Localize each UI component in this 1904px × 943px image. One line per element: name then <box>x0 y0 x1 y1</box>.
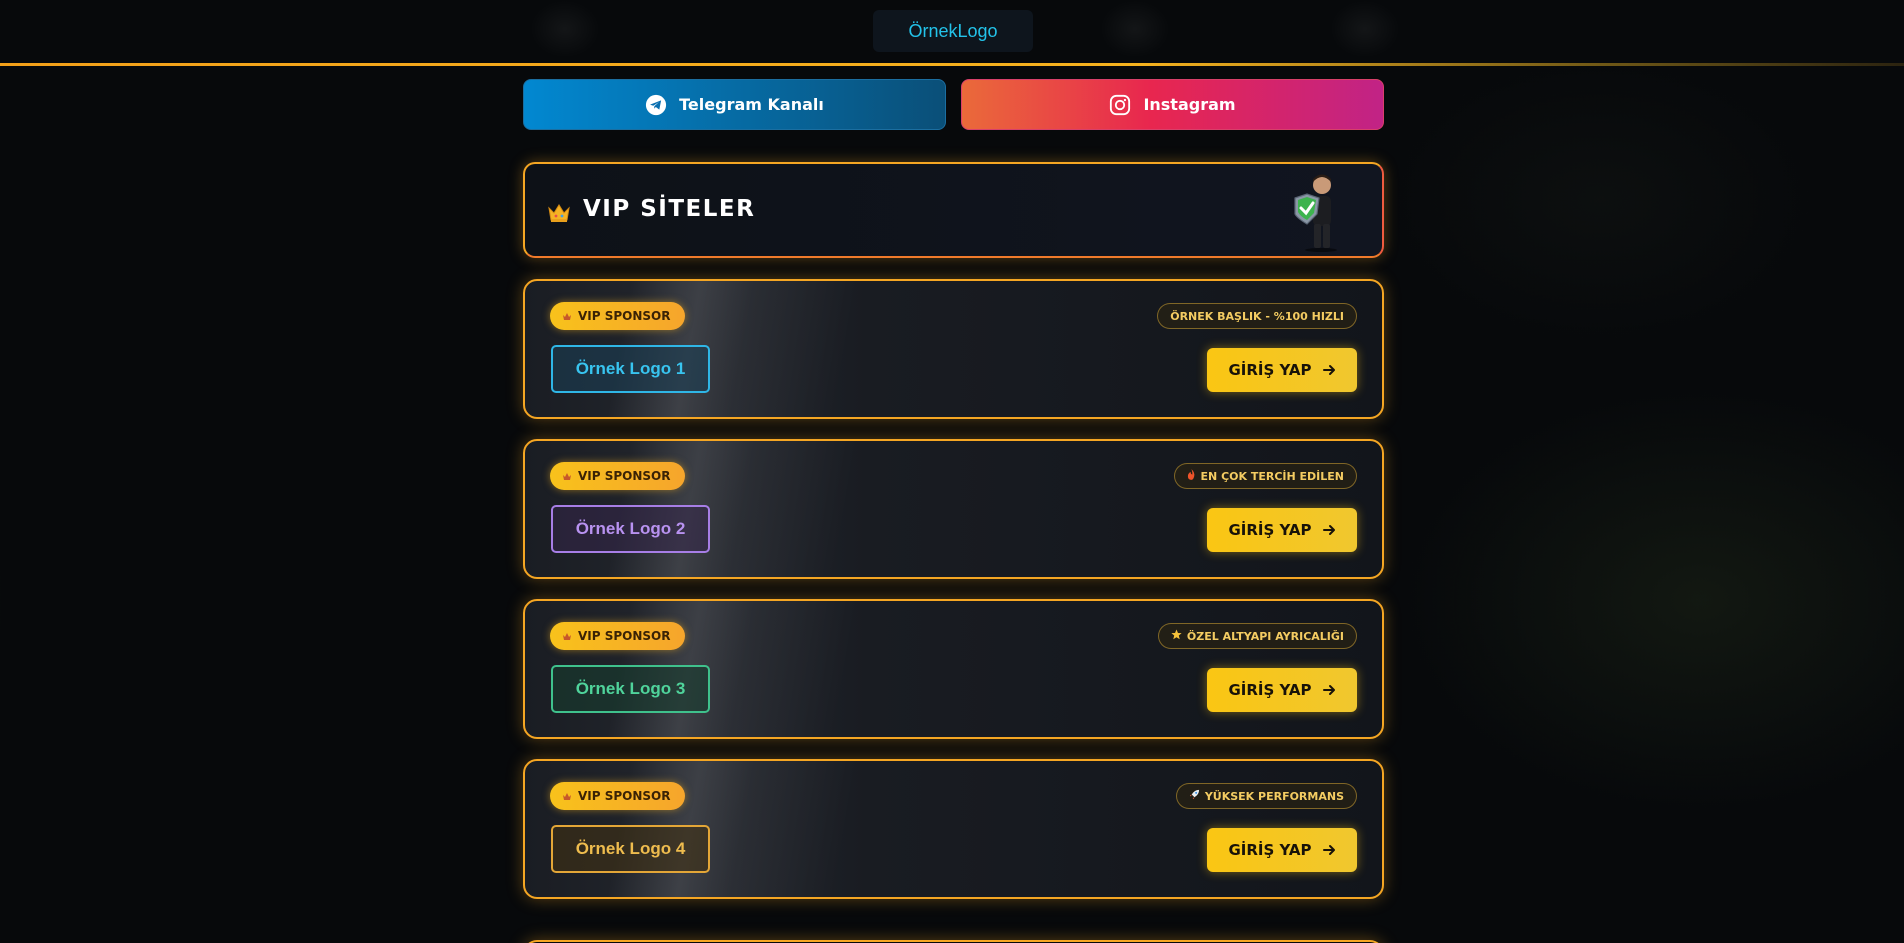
vip-sites-header: VIP SİTELER <box>523 162 1384 258</box>
sponsor-card: VIP SPONSOR ÖZEL ALTYAPI AYRICALIĞI Örne… <box>523 599 1384 739</box>
login-button-label: GİRİŞ YAP <box>1228 521 1312 539</box>
mascot-shield-image <box>1283 170 1347 252</box>
site-logo[interactable]: ÖrnekLogo <box>873 10 1033 52</box>
fire-icon <box>1187 469 1196 483</box>
rocket-icon <box>1189 789 1200 803</box>
vip-sponsor-label: VIP SPONSOR <box>578 469 671 483</box>
feature-tag-label: YÜKSEK PERFORMANS <box>1204 789 1344 803</box>
sponsor-card: VIP SPONSOR ÖRNEK BAŞLIK - %100 HIZLI Ör… <box>523 279 1384 419</box>
telegram-label: Telegram Kanalı <box>679 95 824 114</box>
login-button-label: GİRİŞ YAP <box>1228 361 1312 379</box>
arrow-right-icon <box>1322 523 1336 537</box>
header-decoration <box>1330 0 1400 58</box>
crown-icon <box>562 311 572 321</box>
vip-sponsor-badge: VIP SPONSOR <box>550 622 685 650</box>
vip-sites-title: VIP SİTELER <box>583 196 756 222</box>
telegram-button[interactable]: Telegram Kanalı <box>523 79 946 130</box>
crown-icon <box>562 471 572 481</box>
login-button[interactable]: GİRİŞ YAP <box>1207 508 1357 552</box>
login-button[interactable]: GİRİŞ YAP <box>1207 668 1357 712</box>
sponsor-card: VIP SPONSOR YÜKSEK PERFORMANS Örnek Logo… <box>523 759 1384 899</box>
arrow-right-icon <box>1322 683 1336 697</box>
vip-sponsor-label: VIP SPONSOR <box>578 309 671 323</box>
vip-sponsor-badge: VIP SPONSOR <box>550 302 685 330</box>
arrow-right-icon <box>1322 363 1336 377</box>
crown-icon <box>562 631 572 641</box>
sponsor-logo[interactable]: Örnek Logo 1 <box>551 345 710 393</box>
header-decoration <box>530 0 600 58</box>
feature-tag: YÜKSEK PERFORMANS <box>1175 783 1357 809</box>
feature-tag-label: ÖRNEK BAŞLIK - %100 HIZLI <box>1170 309 1344 323</box>
login-button[interactable]: GİRİŞ YAP <box>1207 828 1357 872</box>
sponsor-card: VIP SPONSOR EN ÇOK TERCİH EDİLEN Örnek L… <box>523 439 1384 579</box>
feature-tag-label: EN ÇOK TERCİH EDİLEN <box>1200 469 1344 483</box>
login-button[interactable]: GİRİŞ YAP <box>1207 348 1357 392</box>
instagram-label: Instagram <box>1143 95 1236 114</box>
header-divider <box>0 63 1904 66</box>
site-header: ÖrnekLogo <box>0 0 1904 66</box>
sponsor-logo[interactable]: Örnek Logo 4 <box>551 825 710 873</box>
feature-tag: ÖZEL ALTYAPI AYRICALIĞI <box>1157 623 1357 649</box>
header-decoration <box>1100 0 1170 58</box>
telegram-icon <box>645 94 667 116</box>
login-button-label: GİRİŞ YAP <box>1228 841 1312 859</box>
feature-tag: ÖRNEK BAŞLIK - %100 HIZLI <box>1157 303 1357 329</box>
vip-sponsor-badge: VIP SPONSOR <box>550 782 685 810</box>
vip-sponsor-badge: VIP SPONSOR <box>550 462 685 490</box>
login-button-label: GİRİŞ YAP <box>1228 681 1312 699</box>
crown-icon <box>547 202 571 224</box>
vip-sponsor-label: VIP SPONSOR <box>578 629 671 643</box>
sponsor-logo[interactable]: Örnek Logo 2 <box>551 505 710 553</box>
sponsor-logo[interactable]: Örnek Logo 3 <box>551 665 710 713</box>
crown-icon <box>562 791 572 801</box>
instagram-button[interactable]: Instagram <box>961 79 1384 130</box>
arrow-right-icon <box>1322 843 1336 857</box>
feature-tag-label: ÖZEL ALTYAPI AYRICALIĞI <box>1186 629 1344 643</box>
star-icon <box>1171 629 1182 643</box>
instagram-icon <box>1109 94 1131 116</box>
feature-tag: EN ÇOK TERCİH EDİLEN <box>1173 463 1357 489</box>
vip-sponsor-label: VIP SPONSOR <box>578 789 671 803</box>
